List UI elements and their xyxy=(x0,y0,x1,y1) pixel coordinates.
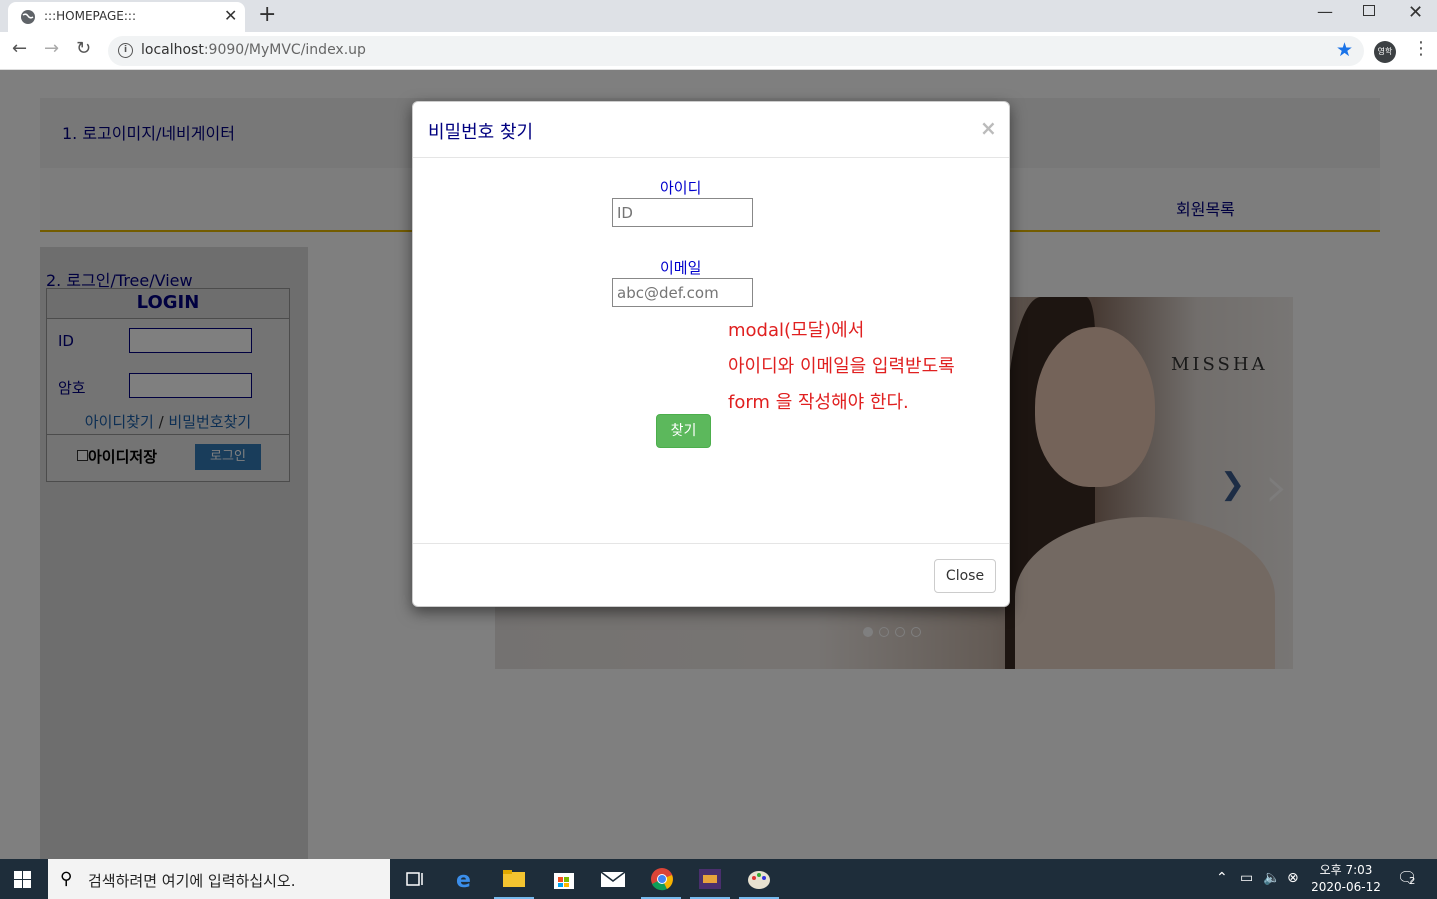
tab-title: :::HOMEPAGE::: xyxy=(44,9,137,23)
clock-time: 오후 7:03 xyxy=(1319,863,1373,877)
svg-text:e: e xyxy=(456,868,471,891)
find-button[interactable]: 찾기 xyxy=(656,414,711,448)
close-tab-icon[interactable]: ✕ xyxy=(224,6,237,25)
note-line-3: form 을 작성해야 한다. xyxy=(728,392,909,413)
globe-icon xyxy=(21,10,35,24)
file-explorer-icon[interactable] xyxy=(501,867,527,891)
mail-icon[interactable] xyxy=(600,867,626,891)
address-bar[interactable]: i localhost:9090/MyMVC/index.up ★ xyxy=(108,36,1364,66)
close-button[interactable]: Close xyxy=(934,559,996,593)
url-text[interactable]: localhost:9090/MyMVC/index.up xyxy=(141,42,366,58)
more-menu-icon[interactable]: ⋮ xyxy=(1412,38,1430,59)
info-icon[interactable]: i xyxy=(118,43,133,58)
game-app-icon[interactable] xyxy=(697,867,723,891)
windows-start-icon[interactable] xyxy=(14,871,31,888)
id-field-label: 아이디 xyxy=(660,179,702,197)
browser-tabstrip: :::HOMEPAGE::: ✕ + — ✕ xyxy=(0,0,1437,32)
edge-icon[interactable]: e xyxy=(453,867,479,891)
network-icon[interactable]: ▭ xyxy=(1240,870,1253,886)
note-line-2: 아이디와 이메일을 입력받도록 xyxy=(728,356,955,377)
chevron-up-icon[interactable]: ⌃ xyxy=(1216,870,1228,886)
note-line-1: modal(모달)에서 xyxy=(728,320,865,341)
modal-header: 비밀번호 찾기 × xyxy=(413,102,1009,158)
url-host: localhost xyxy=(141,42,204,58)
taskbar: ⚲ 검색하려면 여기에 입력하십시오. e ⌃ ▭ 🔈 ⊗ 오후 7:03 20… xyxy=(0,859,1437,899)
modal-title: 비밀번호 찾기 xyxy=(428,122,534,143)
url-path: :9090/MyMVC/index.up xyxy=(203,42,366,58)
modal-footer-divider xyxy=(413,543,1009,544)
search-icon: ⚲ xyxy=(60,869,73,889)
volume-icon[interactable]: 🔈 xyxy=(1263,870,1280,886)
bookmark-star-icon[interactable]: ★ xyxy=(1336,39,1353,61)
store-icon[interactable] xyxy=(551,867,577,891)
id-field[interactable] xyxy=(612,198,753,227)
modal-close-icon[interactable]: × xyxy=(980,116,997,140)
paint-icon[interactable] xyxy=(746,867,772,891)
reload-icon[interactable]: ↻ xyxy=(76,38,91,59)
browser-toolbar: ← → ↻ i localhost:9090/MyMVC/index.up ★ … xyxy=(0,32,1437,70)
page: 1. 로고이미지/네비게이터 회원목록 2. 로그인/Tree/View LOG… xyxy=(0,70,1437,859)
system-clock[interactable]: 오후 7:03 2020-06-12 xyxy=(1308,862,1384,896)
password-find-modal: 비밀번호 찾기 × 아이디 이메일 modal(모달)에서 아이디와 이메일을 … xyxy=(412,101,1010,607)
notification-icon[interactable]: 🗨 2 xyxy=(1397,868,1419,890)
taskbar-search[interactable]: ⚲ 검색하려면 여기에 입력하십시오. xyxy=(48,859,390,899)
email-field-label: 이메일 xyxy=(660,259,702,277)
email-field[interactable] xyxy=(612,278,753,307)
clock-date: 2020-06-12 xyxy=(1311,880,1381,894)
minimize-icon[interactable]: — xyxy=(1317,2,1333,21)
window-close-icon[interactable]: ✕ xyxy=(1408,2,1423,23)
notification-count: 2 xyxy=(1409,876,1416,887)
new-tab-button[interactable]: + xyxy=(258,2,276,27)
ime-status-icon[interactable]: ⊗ xyxy=(1287,870,1299,886)
forward-icon[interactable]: → xyxy=(44,38,59,59)
maximize-icon[interactable] xyxy=(1363,5,1375,16)
chrome-icon[interactable] xyxy=(649,867,675,891)
browser-tab[interactable]: :::HOMEPAGE::: ✕ xyxy=(8,2,245,32)
back-icon[interactable]: ← xyxy=(12,38,27,59)
search-placeholder: 검색하려면 여기에 입력하십시오. xyxy=(88,872,296,890)
profile-avatar[interactable]: 영학 xyxy=(1374,41,1396,63)
task-view-icon[interactable] xyxy=(403,867,429,891)
